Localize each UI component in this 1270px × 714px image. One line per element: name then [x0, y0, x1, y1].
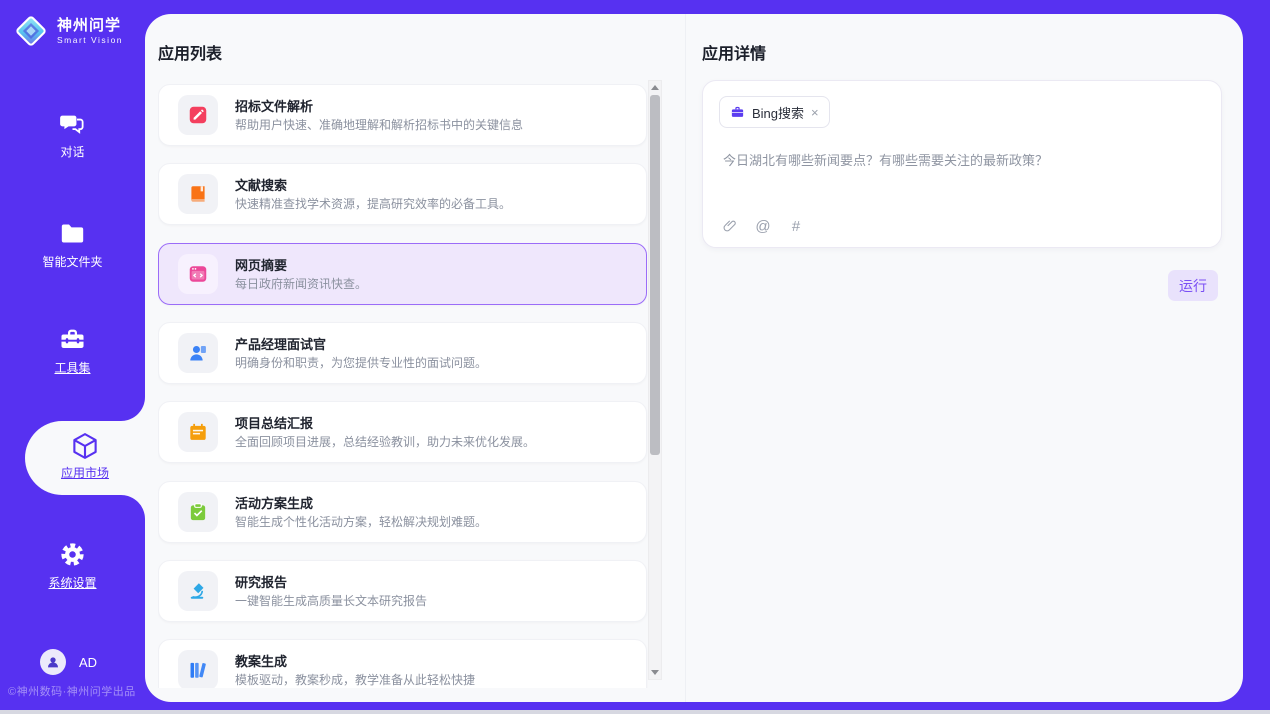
- gear-icon: [59, 541, 86, 568]
- user-account[interactable]: AD: [40, 649, 97, 675]
- app-card-title: 产品经理面试官: [235, 334, 326, 353]
- app-list-scrollbar[interactable]: [648, 80, 662, 680]
- bottom-edge: [0, 710, 1270, 714]
- sidebar-item-app-market[interactable]: 应用市场: [25, 421, 145, 495]
- folder-icon: [59, 220, 86, 247]
- scroll-up-icon[interactable]: [649, 81, 661, 94]
- books-icon: [178, 650, 218, 688]
- brand-subtitle: Smart Vision: [57, 35, 123, 45]
- app-card-title: 文献搜索: [235, 175, 287, 194]
- paperclip-icon[interactable]: [721, 217, 739, 235]
- app-card[interactable]: 产品经理面试官 明确身份和职责，为您提供专业性的面试问题。: [158, 322, 647, 384]
- edit-square-icon: [178, 95, 218, 135]
- tab-notch-bottom: [121, 495, 145, 519]
- app-detail-card: Bing搜索 × 今日湖北有哪些新闻要点？有哪些需要关注的最新政策？ @ #: [702, 80, 1222, 248]
- app-list: 招标文件解析 帮助用户快速、准确地理解和解析招标书中的关键信息 文献搜索 快速精…: [158, 84, 648, 688]
- sidebar: 神州问学 Smart Vision 对话智能文件夹工具集系统设置 应用市场 AD…: [0, 0, 145, 714]
- app-card-title: 网页摘要: [235, 255, 287, 274]
- app-card[interactable]: 网页摘要 每日政府新闻资讯快查。: [158, 243, 647, 305]
- sidebar-item[interactable]: 工具集: [0, 326, 145, 376]
- user-name: AD: [79, 655, 97, 670]
- app-card-desc: 智能生成个性化活动方案，轻松解决规划难题。: [235, 513, 487, 530]
- avatar: [40, 649, 66, 675]
- hashtag-icon[interactable]: #: [787, 217, 805, 235]
- app-card-desc: 明确身份和职责，为您提供专业性的面试问题。: [235, 354, 487, 371]
- mention-icon[interactable]: @: [754, 217, 772, 235]
- app-card[interactable]: 研究报告 一键智能生成高质量长文本研究报告: [158, 560, 647, 622]
- scrollbar-thumb[interactable]: [650, 95, 660, 455]
- app-card-title: 活动方案生成: [235, 493, 313, 512]
- book-icon: [178, 174, 218, 214]
- scroll-down-icon[interactable]: [649, 666, 661, 679]
- sidebar-item-label: 智能文件夹: [0, 253, 145, 270]
- app-card-desc: 一键智能生成高质量长文本研究报告: [235, 592, 427, 609]
- app-card-desc: 全面回顾项目进展，总结经验教训，助力未来优化发展。: [235, 433, 535, 450]
- sidebar-item-label: 应用市场: [25, 464, 145, 481]
- copyright-footer: ©神州数码·神州问学出品: [8, 683, 146, 699]
- tab-notch-top: [121, 397, 145, 421]
- sidebar-item-label: 对话: [0, 143, 145, 160]
- brand-name: 神州问学: [57, 17, 121, 34]
- sidebar-item-label: 工具集: [0, 359, 145, 376]
- calendar-report-icon: [178, 412, 218, 452]
- close-icon[interactable]: ×: [811, 106, 819, 119]
- app-card[interactable]: 招标文件解析 帮助用户快速、准确地理解和解析招标书中的关键信息: [158, 84, 647, 146]
- app-card[interactable]: 教案生成 模板驱动，教案秒成，教学准备从此轻松快捷: [158, 639, 647, 688]
- input-toolbar: @ #: [721, 217, 805, 235]
- app-card-desc: 快速精准查找学术资源，提高研究效率的必备工具。: [235, 195, 511, 212]
- app-card[interactable]: 项目总结汇报 全面回顾项目进展，总结经验教训，助力未来优化发展。: [158, 401, 647, 463]
- app-card-desc: 每日政府新闻资讯快查。: [235, 275, 367, 292]
- tool-tag-label: Bing搜索: [752, 103, 804, 122]
- app-card-desc: 帮助用户快速、准确地理解和解析招标书中的关键信息: [235, 116, 523, 133]
- sidebar-item[interactable]: 系统设置: [0, 541, 145, 591]
- app-detail-title: 应用详情: [702, 40, 766, 64]
- interviewer-icon: [178, 333, 218, 373]
- panel-divider: [685, 14, 686, 702]
- question-input[interactable]: 今日湖北有哪些新闻要点？有哪些需要关注的最新政策？: [723, 151, 1201, 171]
- brand-logo-block: 神州问学 Smart Vision: [12, 12, 123, 50]
- app-card-title: 研究报告: [235, 572, 287, 591]
- cube-icon: [70, 431, 100, 461]
- app-card-title: 招标文件解析: [235, 96, 313, 115]
- app-card[interactable]: 文献搜索 快速精准查找学术资源，提高研究效率的必备工具。: [158, 163, 647, 225]
- app-window: 神州问学 Smart Vision 对话智能文件夹工具集系统设置 应用市场 AD…: [0, 0, 1270, 714]
- app-card-title: 项目总结汇报: [235, 413, 313, 432]
- run-button[interactable]: 运行: [1168, 270, 1218, 301]
- toolbox-icon: [59, 326, 86, 353]
- app-card-desc: 模板驱动，教案秒成，教学准备从此轻松快捷: [235, 671, 475, 688]
- sidebar-item[interactable]: 智能文件夹: [0, 220, 145, 270]
- brand-diamond-icon: [12, 12, 50, 50]
- tool-tag-bing-search[interactable]: Bing搜索 ×: [719, 96, 830, 128]
- clipboard-check-icon: [178, 492, 218, 532]
- sidebar-item-label: 系统设置: [0, 574, 145, 591]
- app-card-title: 教案生成: [235, 651, 287, 670]
- app-card[interactable]: 活动方案生成 智能生成个性化活动方案，轻松解决规划难题。: [158, 481, 647, 543]
- chat-icon: [59, 110, 86, 137]
- sidebar-item[interactable]: 对话: [0, 110, 145, 160]
- research-icon: [178, 571, 218, 611]
- main-panel: 应用列表 应用详情 招标文件解析 帮助用户快速、准确地理解和解析招标书中的关键信…: [145, 14, 1243, 702]
- briefcase-icon: [730, 105, 745, 120]
- webpage-code-icon: [178, 254, 218, 294]
- app-list-title: 应用列表: [158, 40, 222, 64]
